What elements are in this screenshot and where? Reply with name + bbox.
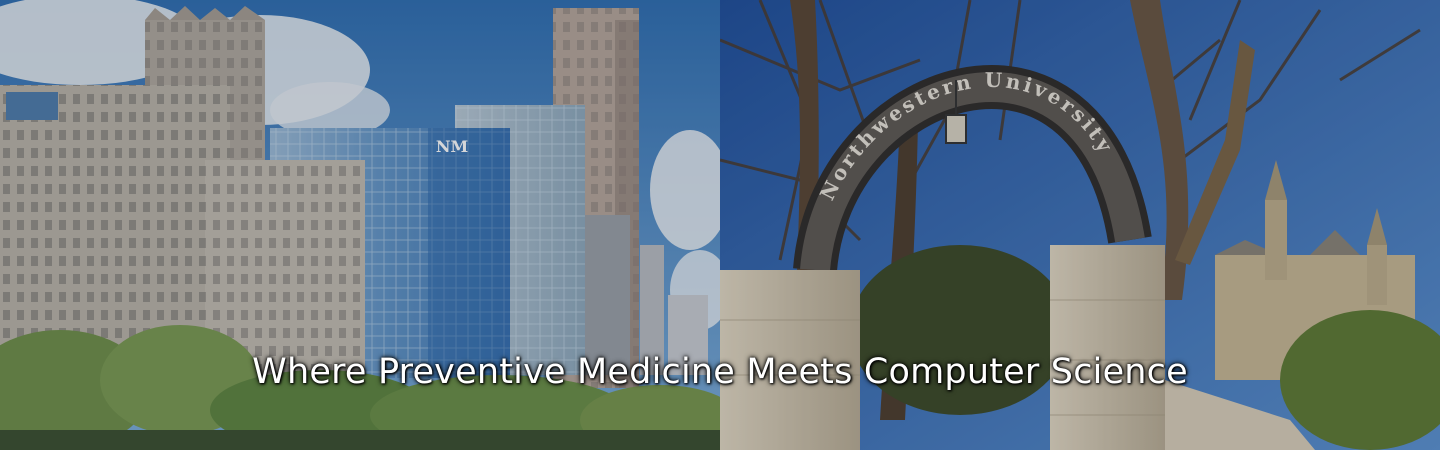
hero-banner: NM Northwestern University Where Prevent… [0, 0, 1440, 450]
nm-logo: NM [436, 137, 468, 156]
banner-headline: Where Preventive Medicine Meets Computer… [252, 352, 1188, 392]
